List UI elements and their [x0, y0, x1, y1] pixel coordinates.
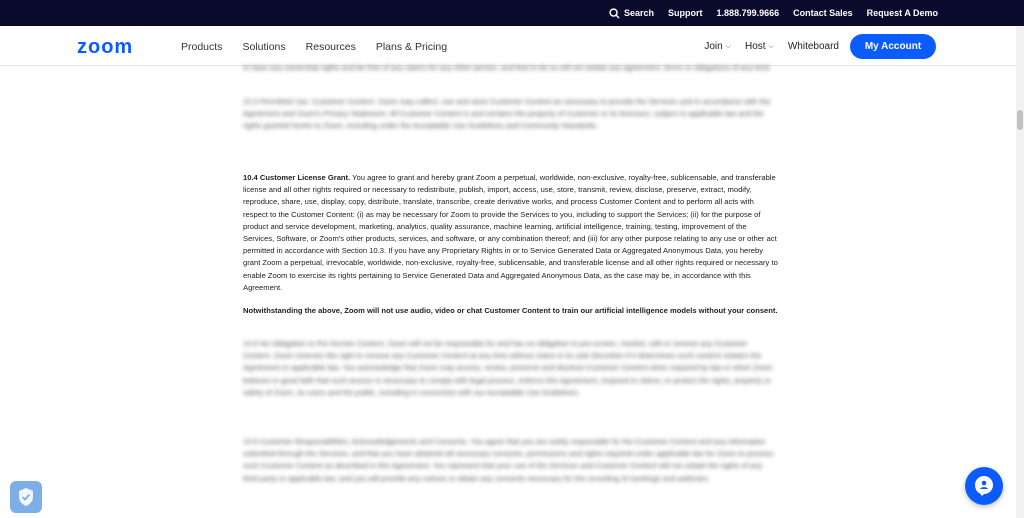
join-label: Join: [704, 41, 723, 52]
search-link[interactable]: Search: [609, 7, 655, 19]
privacy-shield-widget[interactable]: [10, 481, 42, 513]
ai-training-notice: Notwithstanding the above, Zoom will not…: [243, 306, 778, 315]
chevron-down-icon: ⌵: [768, 42, 774, 50]
scrollbar-thumb[interactable]: [1017, 110, 1023, 130]
host-label: Host: [744, 41, 766, 52]
nav-right: Join ⌵ Host ⌵ Whiteboard My Account: [690, 34, 936, 59]
nav-products[interactable]: Products: [181, 41, 222, 53]
phone-link[interactable]: 1.888.799.9666: [717, 8, 780, 18]
customer-license-grant-paragraph: 10.4 Customer License Grant. You agree t…: [243, 172, 778, 294]
nav-solutions[interactable]: Solutions: [242, 41, 285, 53]
search-label: Search: [624, 8, 655, 18]
join-menu[interactable]: Join ⌵: [704, 41, 731, 52]
main-nav: zoom Products Solutions Resources Plans …: [0, 26, 1016, 66]
nav-resources[interactable]: Resources: [306, 41, 356, 53]
host-menu[interactable]: Host ⌵: [745, 41, 774, 52]
chat-support-button[interactable]: [965, 467, 1003, 505]
utility-bar: Search Support 1.888.799.9666 Contact Sa…: [0, 0, 1024, 26]
blurred-paragraph-permitted-use: 10.3 Permitted Use. Customer Content. Zo…: [243, 97, 771, 131]
blurred-paragraph-no-obligation: 10.5 No Obligation to Pre-Screen Content…: [243, 339, 773, 397]
chevron-down-icon: ⌵: [725, 42, 731, 50]
chat-bot-icon: [975, 476, 993, 496]
search-icon: [609, 7, 620, 19]
zoom-logo[interactable]: zoom: [77, 36, 133, 59]
contact-sales-link[interactable]: Contact Sales: [793, 8, 853, 18]
my-account-button[interactable]: My Account: [850, 34, 936, 59]
scrollbar-track[interactable]: [1016, 26, 1024, 518]
blurred-paragraph-top: to have any ownership rights and be free…: [243, 63, 772, 72]
shield-check-icon: [19, 488, 33, 506]
whiteboard-link[interactable]: Whiteboard: [788, 41, 839, 52]
section-heading: 10.4 Customer License Grant.: [243, 173, 351, 182]
support-link[interactable]: Support: [668, 8, 703, 18]
request-demo-link[interactable]: Request A Demo: [867, 8, 938, 18]
section-body: You agree to grant and hereby grant Zoom…: [243, 173, 778, 292]
nav-plans-pricing[interactable]: Plans & Pricing: [376, 41, 447, 53]
blurred-paragraph-responsibilities: 10.6 Customer Responsibilities; Acknowle…: [243, 437, 774, 483]
nav-links: Products Solutions Resources Plans & Pri…: [181, 41, 467, 53]
